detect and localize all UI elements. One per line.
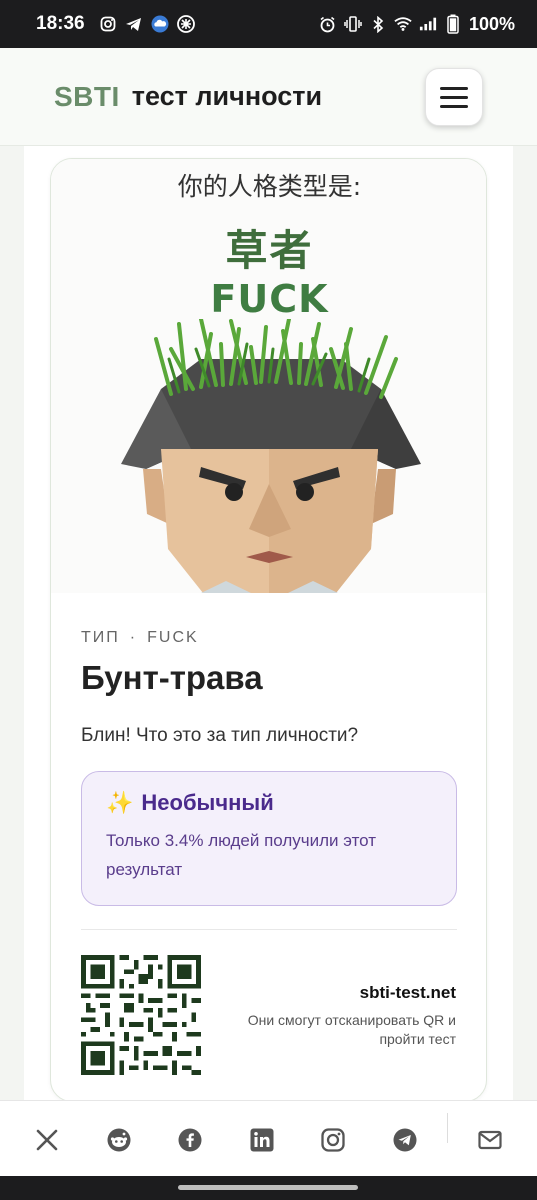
mail-icon[interactable] [477, 1127, 503, 1153]
instagram-icon [99, 15, 117, 33]
status-time: 18:36 [36, 13, 85, 34]
grass-head-illustration [121, 319, 421, 593]
linkedin-icon[interactable] [249, 1127, 275, 1153]
rarity-title-row: ✨ Необычный [106, 790, 432, 816]
x-icon[interactable] [34, 1127, 60, 1153]
reddit-icon[interactable] [106, 1127, 132, 1153]
share-bar [0, 1100, 537, 1176]
home-gesture-pill[interactable] [178, 1185, 358, 1190]
scan-note: Они смогут отсканировать QR и пройти тес… [247, 1012, 456, 1047]
brand-logo[interactable]: SBTI [54, 81, 120, 113]
site-url[interactable]: sbti-test.net [360, 983, 456, 1003]
divider [81, 929, 457, 930]
signal-icon [419, 15, 437, 33]
hero-type-cn: 草者 [225, 226, 314, 275]
battery-percent: 100% [468, 13, 515, 34]
rarity-box: ✨ Необычный Только 3.4% людей получили э… [81, 771, 457, 906]
personality-tagline: Блин! Что это за тип личности? [81, 725, 359, 746]
wifi-icon [394, 15, 412, 33]
status-system-icons: 100% [319, 14, 515, 35]
site-title: тест личности [131, 81, 323, 111]
rarity-title: Необычный [141, 790, 274, 815]
battery-icon [444, 14, 462, 34]
status-bar: 18:36 100% [0, 0, 537, 48]
site-header: SBTI тест личности [0, 48, 537, 146]
type-label: ТИП [81, 629, 120, 646]
rarity-text: Только 3.4% людей получили этот результа… [106, 831, 377, 879]
result-card: 你的人格类型是: 草者 FUCK ТИП · FUCK Бунт-трава Б… [50, 158, 487, 1102]
menu-button[interactable] [425, 68, 483, 126]
facebook-icon[interactable] [177, 1127, 203, 1153]
hero-caption: 你的人格类型是: [177, 172, 362, 201]
type-code: FUCK [147, 629, 199, 646]
system-nav-bar [0, 1176, 537, 1200]
hero-type-en: FUCK [210, 277, 329, 321]
hamburger-menu-icon [440, 86, 468, 90]
type-line: ТИП · FUCK [81, 629, 199, 647]
instagram-icon[interactable] [320, 1127, 346, 1153]
telegram-icon[interactable] [392, 1127, 418, 1153]
app-icon [176, 15, 195, 33]
qr-code [81, 955, 201, 1075]
type-separator: · [129, 629, 138, 646]
share-divider [447, 1113, 448, 1143]
cloud-icon [151, 15, 169, 33]
result-image: 你的人格类型是: 草者 FUCK [51, 159, 486, 593]
vibrate-icon [344, 15, 362, 33]
sparkles-icon: ✨ [106, 790, 134, 815]
alarm-icon [319, 15, 337, 33]
bluetooth-icon [369, 15, 387, 33]
status-notification-icons [99, 15, 195, 33]
telegram-icon [125, 15, 143, 33]
personality-name: Бунт-трава [81, 659, 263, 696]
